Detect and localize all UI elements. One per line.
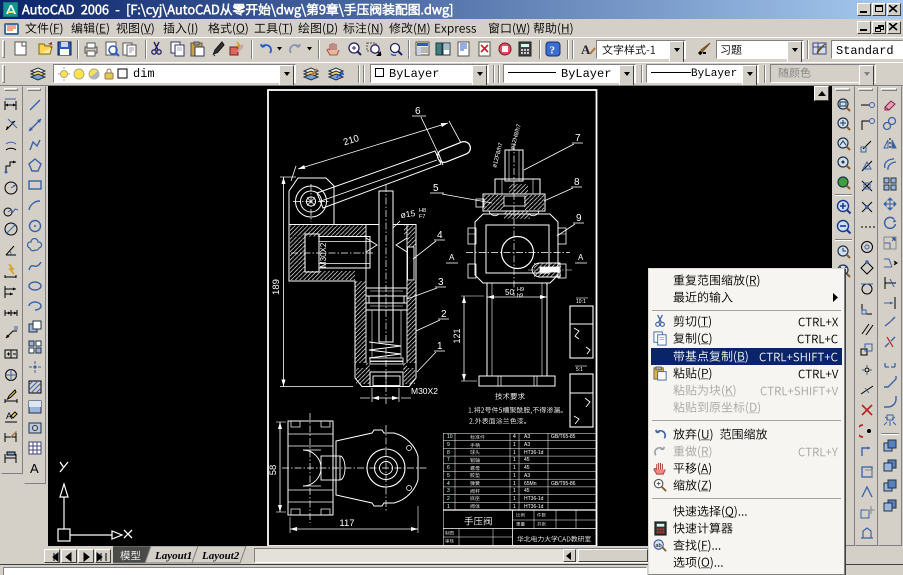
svg-text:6: 6: [415, 106, 421, 117]
svg-text:4: 4: [437, 230, 443, 241]
svg-text:A: A: [581, 42, 591, 57]
svg-text:F7: F7: [419, 214, 425, 220]
svg-text:189: 189: [271, 279, 282, 295]
svg-text:ø12F8/h7: ø12F8/h7: [492, 142, 505, 169]
svg-text:M30X2: M30X2: [319, 242, 328, 268]
svg-text:A: A: [449, 253, 455, 262]
svg-text:A: A: [30, 461, 39, 476]
svg-text:50: 50: [505, 288, 514, 297]
svg-text:8: 8: [574, 177, 580, 188]
svg-text:M30X2: M30X2: [411, 386, 438, 396]
svg-text:1: 1: [437, 341, 443, 352]
svg-text:58: 58: [268, 465, 279, 476]
svg-text:5:1: 5:1: [576, 367, 583, 373]
svg-text:5: 5: [433, 183, 439, 194]
svg-text:ab: ab: [655, 543, 661, 549]
svg-text:210: 210: [342, 133, 360, 148]
svg-text:3: 3: [438, 277, 444, 288]
svg-text:ø12H8/h7: ø12H8/h7: [510, 123, 523, 151]
svg-text:?: ?: [550, 45, 556, 57]
svg-text:7: 7: [575, 133, 581, 144]
svg-text:10:1: 10:1: [576, 299, 586, 305]
svg-text:121: 121: [452, 328, 462, 343]
svg-text:2: 2: [441, 309, 447, 320]
svg-text:A: A: [578, 253, 584, 262]
svg-text:9: 9: [576, 213, 582, 224]
svg-text:Layout1: Layout1: [154, 550, 192, 562]
svg-text:ø15: ø15: [400, 208, 416, 220]
svg-text:Layout2: Layout2: [201, 550, 240, 562]
svg-text:117: 117: [339, 518, 354, 529]
svg-text:h9: h9: [517, 293, 523, 299]
